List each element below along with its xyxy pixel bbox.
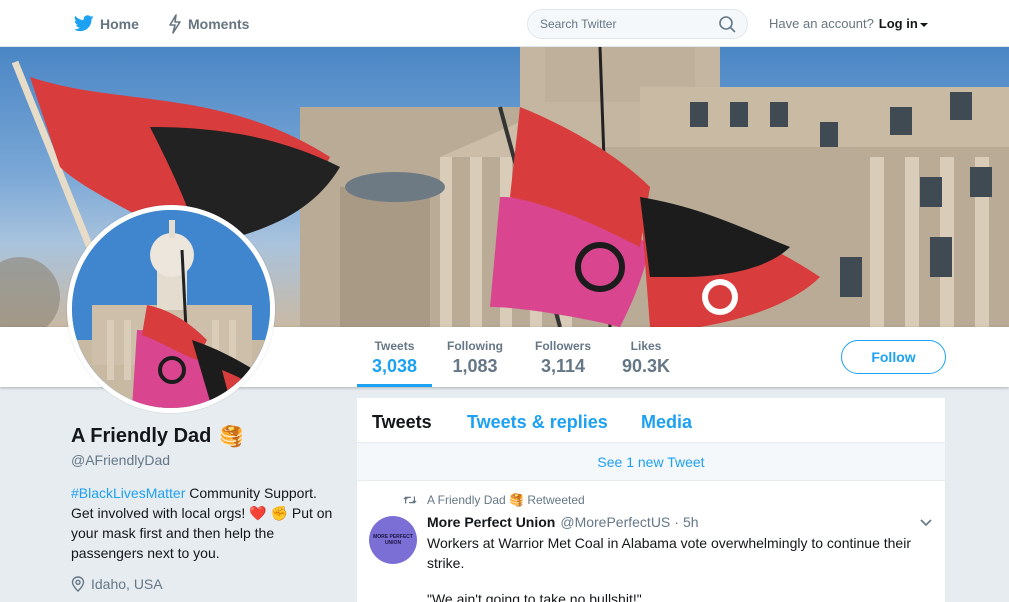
tweet-text: Workers at Warrior Met Coal in Alabama v… [427, 535, 911, 571]
nav-moments-label: Moments [188, 15, 250, 32]
location-pin-icon [71, 576, 85, 592]
tweet-author-avatar[interactable]: MORE PERFECT UNION [369, 516, 417, 564]
profile-name[interactable]: A Friendly Dad 🥞 [71, 424, 244, 449]
timeline-tabs: Tweets Tweets & replies Media [357, 398, 945, 443]
follow-button[interactable]: Follow [841, 340, 946, 374]
retweeter-emoji: 🥞 [509, 493, 524, 507]
stat-tweets[interactable]: Tweets 3,038 [357, 339, 432, 377]
tweet-header: More Perfect Union @MorePerfectUS · 5h [427, 514, 699, 530]
tab-tweets-replies[interactable]: Tweets & replies [467, 412, 608, 433]
nav-home-label: Home [100, 15, 139, 32]
bio-emoji: ❤️ ✊ [249, 505, 288, 521]
stat-tweets-value: 3,038 [371, 356, 418, 376]
stat-following[interactable]: Following 1,083 [440, 339, 510, 377]
stat-likes-value: 90.3K [621, 356, 671, 376]
bio-hashtag-link[interactable]: #BlackLivesMatter [71, 485, 185, 501]
retweeted-label: Retweeted [527, 493, 585, 507]
avatar-image [72, 210, 270, 408]
tab-tweets[interactable]: Tweets [372, 412, 432, 433]
tweet-timestamp[interactable]: 5h [683, 514, 699, 530]
nav-moments[interactable]: Moments [168, 0, 249, 47]
stat-likes[interactable]: Likes 90.3K [615, 339, 677, 377]
tweet-author-name[interactable]: More Perfect Union [427, 514, 555, 530]
tweet-separator: · [674, 514, 679, 530]
retweet-context: A Friendly Dad 🥞 Retweeted [403, 493, 585, 507]
retweeter-name[interactable]: A Friendly Dad [427, 493, 506, 507]
account-prompt: Have an account? [769, 16, 874, 31]
active-tab-underline [357, 384, 432, 387]
timeline: Tweets Tweets & replies Media See 1 new … [357, 398, 945, 602]
pancake-emoji: 🥞 [219, 426, 245, 448]
stat-likes-label: Likes [630, 339, 662, 353]
chevron-down-icon[interactable] [919, 516, 933, 530]
retweet-icon [403, 496, 417, 504]
tweet-quote: "We ain't going to take no bullshit!" [427, 591, 642, 602]
avatar[interactable] [67, 205, 275, 413]
profile-handle[interactable]: @AFriendlyDad [71, 452, 170, 468]
stat-followers-label: Followers [534, 339, 591, 353]
new-tweet-banner[interactable]: See 1 new Tweet [357, 443, 945, 481]
profile-location: Idaho, USA [71, 576, 163, 592]
stat-following-label: Following [447, 339, 503, 353]
stat-followers-value: 3,114 [540, 356, 586, 376]
lightning-icon [169, 13, 181, 34]
nav-home[interactable]: Home [74, 0, 139, 47]
profile-display-name: A Friendly Dad [71, 425, 212, 447]
location-text: Idaho, USA [91, 576, 163, 592]
search-icon[interactable] [718, 15, 736, 33]
tab-media[interactable]: Media [641, 412, 692, 433]
stat-tweets-label: Tweets [374, 339, 415, 353]
top-nav: Home Moments Have an account? Log in [0, 0, 1009, 47]
tweet-avatar-text: MORE PERFECT UNION [373, 534, 413, 546]
profile-bio: #BlackLivesMatter Community Support. Get… [71, 483, 333, 563]
login-label: Log in [878, 16, 918, 31]
stat-following-value: 1,083 [452, 356, 498, 376]
caret-down-icon [919, 22, 928, 27]
search-input[interactable] [527, 9, 748, 39]
tweet-author-handle[interactable]: @MorePerfectUS [560, 514, 670, 530]
twitter-bird-icon [74, 15, 94, 32]
stat-followers[interactable]: Followers 3,114 [528, 339, 598, 377]
login-button[interactable]: Log in [879, 16, 928, 31]
account-area: Have an account? Log in [769, 0, 928, 47]
